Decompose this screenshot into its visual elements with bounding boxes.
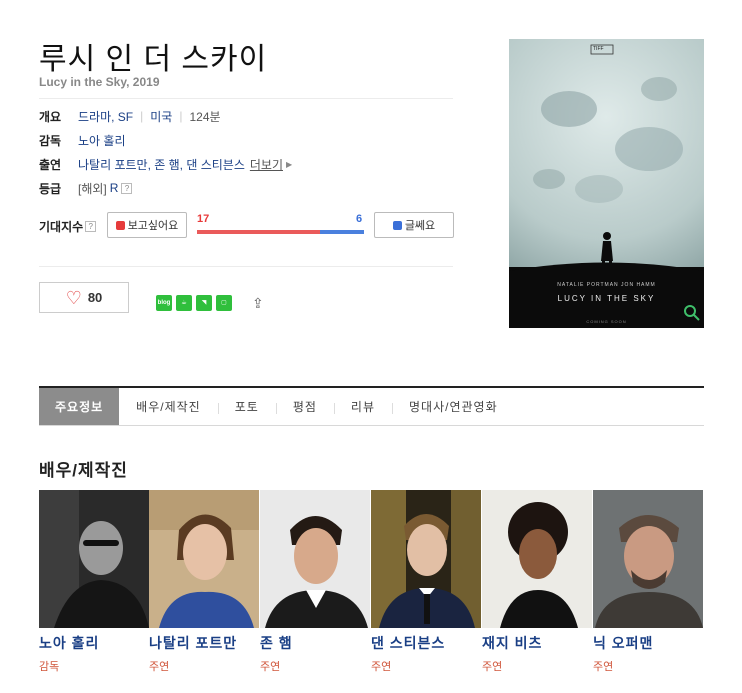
person-photo[interactable]: [482, 490, 592, 628]
person-role: 주연: [593, 661, 614, 673]
rating-row: 등급 [해외] R ?: [39, 180, 133, 196]
tab-photo[interactable]: 포토: [217, 388, 276, 425]
movie-poster[interactable]: TIFF NATALIE PORTMAN JON HAMM LUCY IN TH…: [509, 39, 704, 328]
director-row: 감독 노아 홀리: [39, 132, 126, 148]
person-card[interactable]: 나탈리 포트만 주연: [149, 490, 259, 674]
person-card[interactable]: 재지 비츠 주연: [482, 490, 592, 674]
want-bar: [197, 230, 321, 234]
person-photo[interactable]: [149, 490, 259, 628]
like-button[interactable]: ♡ 80: [39, 282, 129, 313]
person-name[interactable]: 나탈리 포트만: [149, 633, 259, 653]
director-label: 감독: [39, 133, 62, 148]
person-role: 주연: [260, 661, 281, 673]
person-role: 주연: [371, 661, 392, 673]
thumbs-up-icon: [115, 220, 125, 230]
cast-label: 출연: [39, 157, 62, 172]
director-link[interactable]: 노아 홀리: [78, 132, 126, 149]
dont-count: 6: [356, 213, 363, 225]
like-count: 80: [87, 290, 103, 305]
poster-title: LUCY IN THE SKY: [557, 294, 656, 303]
line-icon[interactable]: ▢: [216, 295, 232, 311]
person-role: 주연: [482, 661, 503, 673]
movie-subtitle: Lucy in the Sky, 2019: [39, 75, 160, 89]
person-photo[interactable]: [371, 490, 481, 628]
thumbs-down-icon: [392, 220, 402, 230]
person-name[interactable]: 존 햄: [260, 633, 370, 653]
want-label: 보고싶어요: [127, 219, 179, 232]
want-to-see-button[interactable]: 보고싶어요: [107, 212, 187, 238]
rating-prefix: [해외]: [78, 181, 107, 196]
person-card[interactable]: 닉 오퍼맨 주연: [593, 490, 703, 674]
cast-row: 출연 나탈리 포트만, 존 햄, 댄 스티븐스 더보기 ▶: [39, 156, 292, 172]
separator: |: [140, 109, 144, 123]
bookmark-icon[interactable]: ◥: [196, 295, 212, 311]
person-photo[interactable]: [39, 490, 149, 628]
divider: [39, 98, 453, 99]
expectation-label-wrap: 기대지수 ?: [39, 218, 97, 235]
dont-label: 글쎄요: [404, 219, 436, 232]
person-role: 감독: [39, 661, 60, 673]
expectation-label: 기대지수: [39, 220, 84, 234]
person-photo[interactable]: [260, 490, 370, 628]
cast-links[interactable]: 나탈리 포트만, 존 햄, 댄 스티븐스: [78, 156, 245, 173]
runtime: 124분: [189, 109, 221, 124]
tab-quotes-related[interactable]: 명대사/연관영화: [392, 388, 515, 425]
person-role: 주연: [149, 661, 170, 673]
rating-label: 등급: [39, 181, 62, 196]
divider: [39, 266, 453, 267]
share-icons: blog ☕ ◥ ▢: [156, 295, 232, 311]
poster-release: COMING SOON: [586, 319, 627, 324]
tab-bar: 주요정보 배우/제작진 포토 평점 리뷰 명대사/연관영화: [39, 386, 704, 426]
tab-review[interactable]: 리뷰: [333, 388, 392, 425]
movie-title: 루시 인 더 스카이: [39, 43, 268, 76]
overview-row: 개요 드라마, SF | 미국 | 124분: [39, 108, 221, 124]
person-card[interactable]: 노아 홀리 감독: [39, 490, 149, 674]
person-card[interactable]: 존 햄 주연: [260, 490, 370, 674]
person-name[interactable]: 노아 홀리: [39, 633, 149, 653]
genre-link[interactable]: 드라마, SF: [78, 108, 133, 125]
more-link[interactable]: 더보기: [250, 156, 283, 173]
section-title: 배우/제작진: [39, 461, 128, 480]
help-icon[interactable]: ?: [85, 221, 97, 232]
expectation-bar: [197, 230, 364, 234]
person-name[interactable]: 닉 오퍼맨: [593, 633, 703, 653]
share-icon[interactable]: ⇪: [252, 295, 264, 312]
want-count: 17: [197, 213, 210, 225]
rating-value: R: [109, 181, 119, 195]
person-name[interactable]: 재지 비츠: [482, 633, 592, 653]
country-link[interactable]: 미국: [150, 108, 172, 125]
person-name[interactable]: 댄 스티븐스: [371, 633, 481, 653]
person-card[interactable]: 댄 스티븐스 주연: [371, 490, 481, 674]
person-photo[interactable]: [593, 490, 703, 628]
chevron-right-icon: ▶: [285, 159, 293, 169]
overview-label: 개요: [39, 109, 62, 124]
cafe-icon[interactable]: ☕: [176, 295, 192, 311]
tab-main-info[interactable]: 주요정보: [39, 388, 120, 425]
tab-rating[interactable]: 평점: [275, 388, 334, 425]
help-icon[interactable]: ?: [121, 182, 133, 194]
separator: |: [179, 109, 183, 123]
not-sure-button[interactable]: 글쎄요: [374, 212, 454, 238]
poster-credits: NATALIE PORTMAN JON HAMM: [557, 282, 656, 288]
dont-bar: [320, 230, 364, 234]
poster-badge: TIFF: [593, 46, 604, 52]
blog-icon[interactable]: blog: [156, 295, 172, 311]
tab-cast-crew[interactable]: 배우/제작진: [119, 388, 218, 425]
heart-icon: ♡: [65, 287, 82, 308]
